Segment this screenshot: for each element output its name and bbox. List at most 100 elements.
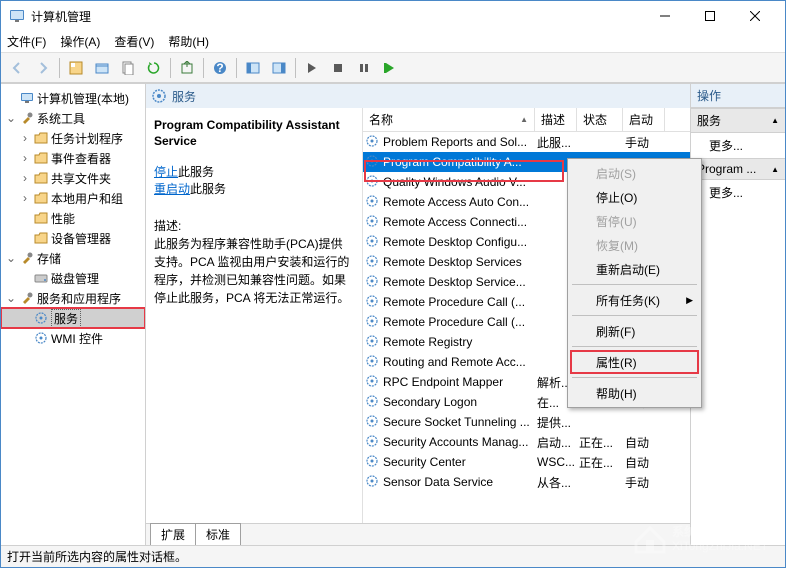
gear-icon bbox=[365, 194, 381, 210]
tb-btn-2[interactable] bbox=[90, 56, 114, 80]
col-desc[interactable]: 描述 bbox=[535, 108, 577, 131]
tree-label: 计算机管理(本地) bbox=[37, 90, 129, 107]
cm-label: 帮助(H) bbox=[596, 385, 637, 402]
context-menu-item[interactable]: 帮助(H) bbox=[570, 381, 699, 405]
tb-btn-1[interactable] bbox=[64, 56, 88, 80]
tree-pane[interactable]: 计算机管理(本地)⌄系统工具›任务计划程序›事件查看器›共享文件夹›本地用户和组… bbox=[1, 84, 146, 545]
node-icon bbox=[33, 330, 49, 346]
context-menu-item[interactable]: 停止(O) bbox=[570, 185, 699, 209]
gear-icon bbox=[365, 234, 381, 250]
tree-item[interactable]: 磁盘管理 bbox=[1, 268, 145, 288]
restart-service-link[interactable]: 重启动 bbox=[154, 182, 190, 196]
close-button[interactable] bbox=[732, 2, 777, 30]
context-menu[interactable]: 启动(S)停止(O)暂停(U)恢复(M)重新启动(E)所有任务(K)▶刷新(F)… bbox=[567, 158, 702, 408]
col-status[interactable]: 状态 bbox=[577, 108, 623, 131]
stop-service-link[interactable]: 停止 bbox=[154, 165, 178, 179]
menu-file[interactable]: 文件(F) bbox=[7, 33, 46, 50]
actions-header: 操作 bbox=[691, 84, 785, 108]
service-row[interactable]: Sensor Data Service 从各... 手动 bbox=[363, 472, 690, 492]
detail-pane: Program Compatibility Assistant Service … bbox=[146, 108, 362, 523]
nav-fwd-button[interactable] bbox=[31, 56, 55, 80]
context-menu-item: 启动(S) bbox=[570, 161, 699, 185]
service-row[interactable]: Security Center WSC... 正在... 自动 bbox=[363, 452, 690, 472]
expander-icon[interactable]: ⌄ bbox=[5, 251, 17, 265]
tree-item[interactable]: › 本地用户和组 bbox=[1, 188, 145, 208]
gear-icon bbox=[365, 334, 381, 350]
tree-label: 服务和应用程序 bbox=[37, 290, 121, 307]
tree-item[interactable]: 计算机管理(本地) bbox=[1, 88, 145, 108]
cm-label: 暂停(U) bbox=[596, 213, 637, 230]
actions-body: 服务▲更多...Program ...▲更多... bbox=[691, 108, 785, 545]
tree-item[interactable]: ›事件查看器 bbox=[1, 148, 145, 168]
tree-item[interactable]: 性能 bbox=[1, 208, 145, 228]
submenu-arrow-icon: ▶ bbox=[686, 295, 693, 306]
minimize-button[interactable] bbox=[642, 2, 687, 30]
export-icon[interactable] bbox=[175, 56, 199, 80]
col-start[interactable]: 启动 bbox=[623, 108, 665, 131]
tree-item[interactable]: WMI 控件 bbox=[1, 328, 145, 348]
window-title: 计算机管理 bbox=[31, 8, 642, 25]
tab-extended[interactable]: 扩展 bbox=[150, 523, 196, 545]
actions-group-header[interactable]: 服务▲ bbox=[691, 108, 785, 133]
tb-btn-panel2[interactable] bbox=[267, 56, 291, 80]
gear-icon bbox=[365, 154, 381, 170]
help-icon[interactable]: ? bbox=[208, 56, 232, 80]
menu-help[interactable]: 帮助(H) bbox=[168, 33, 209, 50]
tree-label: 本地用户和组 bbox=[51, 190, 123, 207]
tb-btn-panel1[interactable] bbox=[241, 56, 265, 80]
service-desc-cell: 提供... bbox=[535, 414, 577, 431]
context-menu-item[interactable]: 所有任务(K)▶ bbox=[570, 288, 699, 312]
expander-icon[interactable]: › bbox=[19, 151, 31, 165]
gear-icon bbox=[365, 374, 381, 390]
tree-item[interactable]: ⌄ 服务和应用程序 bbox=[1, 288, 145, 308]
tb-btn-3[interactable] bbox=[116, 56, 140, 80]
service-row[interactable]: Problem Reports and Sol... 此服... 手动 bbox=[363, 132, 690, 152]
col-name[interactable]: 名称▲ bbox=[363, 108, 535, 131]
service-name-cell: Remote Desktop Service... bbox=[383, 275, 526, 289]
menu-separator bbox=[572, 284, 697, 285]
service-name-cell: Security Accounts Manag... bbox=[383, 435, 528, 449]
menu-separator bbox=[572, 315, 697, 316]
pause-icon[interactable] bbox=[352, 56, 376, 80]
service-name-cell: Remote Access Auto Con... bbox=[383, 195, 529, 209]
context-menu-item[interactable]: 重新启动(E) bbox=[570, 257, 699, 281]
context-menu-item[interactable]: 属性(R) bbox=[570, 350, 699, 374]
actions-group-header[interactable]: Program ...▲ bbox=[691, 158, 785, 180]
tree-item[interactable]: ⌄系统工具 bbox=[1, 108, 145, 128]
expander-icon[interactable]: › bbox=[19, 171, 31, 185]
expander-icon[interactable]: ⌄ bbox=[5, 111, 17, 125]
expander-icon[interactable]: › bbox=[19, 131, 31, 145]
selected-service-name: Program Compatibility Assistant Service bbox=[154, 118, 354, 149]
play-icon[interactable] bbox=[300, 56, 324, 80]
tab-standard[interactable]: 标准 bbox=[195, 523, 241, 545]
actions-item[interactable]: 更多... bbox=[691, 133, 785, 158]
gear-icon bbox=[365, 394, 381, 410]
node-icon bbox=[33, 210, 49, 226]
desc-text: 此服务为程序兼容性助手(PCA)提供支持。PCA 监视由用户安装和运行的程序，并… bbox=[154, 235, 354, 307]
node-icon bbox=[33, 190, 49, 206]
tabstrip: 扩展 标准 bbox=[146, 523, 690, 545]
tree-item[interactable]: ⌄存储 bbox=[1, 248, 145, 268]
cm-label: 停止(O) bbox=[596, 189, 637, 206]
tree-label: 任务计划程序 bbox=[51, 130, 123, 147]
actions-item[interactable]: 更多... bbox=[691, 180, 785, 205]
tree-item[interactable]: 服务 bbox=[1, 308, 145, 328]
status-text: 打开当前所选内容的属性对话框。 bbox=[7, 548, 187, 565]
service-row[interactable]: Secure Socket Tunneling ... 提供... bbox=[363, 412, 690, 432]
service-row[interactable]: Security Accounts Manag... 启动... 正在... 自… bbox=[363, 432, 690, 452]
maximize-button[interactable] bbox=[687, 2, 732, 30]
tree-item[interactable]: › 共享文件夹 bbox=[1, 168, 145, 188]
tree-item[interactable]: 设备管理器 bbox=[1, 228, 145, 248]
nav-back-button[interactable] bbox=[5, 56, 29, 80]
stop-icon[interactable] bbox=[326, 56, 350, 80]
refresh-icon[interactable] bbox=[142, 56, 166, 80]
menubar: 文件(F) 操作(A) 查看(V) 帮助(H) bbox=[1, 31, 785, 53]
menu-action[interactable]: 操作(A) bbox=[60, 33, 100, 50]
tree-label: 共享文件夹 bbox=[51, 170, 111, 187]
context-menu-item[interactable]: 刷新(F) bbox=[570, 319, 699, 343]
expander-icon[interactable]: ⌄ bbox=[5, 291, 17, 305]
expander-icon[interactable]: › bbox=[19, 191, 31, 205]
tree-item[interactable]: › 任务计划程序 bbox=[1, 128, 145, 148]
restart-icon[interactable] bbox=[378, 56, 402, 80]
menu-view[interactable]: 查看(V) bbox=[114, 33, 154, 50]
